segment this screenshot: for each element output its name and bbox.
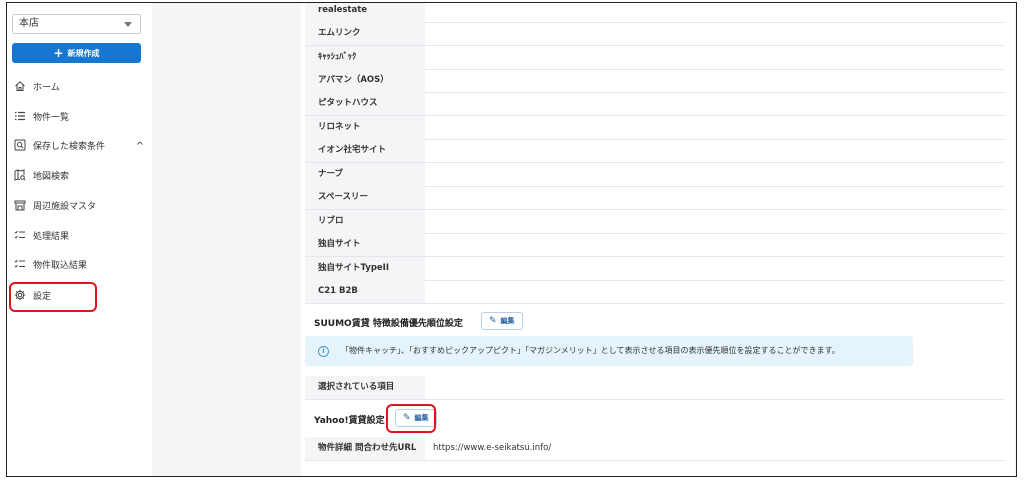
yahoo-url-row: 物件詳細 問合わせ先URL https://www.e-seikatsu.inf… (305, 437, 1005, 461)
sidebar-item-saved-search[interactable]: 保存した検索条件 ^ (14, 135, 146, 159)
portal-row: エムリンク (305, 22, 1005, 46)
settings-panel: realestate エムリンク ｷｬｯｼｭﾊﾞｯｸ アパマン（AOS） ピタッ… (301, 3, 1015, 476)
portal-row: 独自サイトTypeII (305, 257, 1005, 281)
sidebar-item-property-list[interactable]: 物件一覧 (14, 106, 146, 130)
portal-row-label: realestate (305, 3, 425, 22)
chevron-down-icon (124, 22, 132, 27)
store-select[interactable]: 本店 (12, 14, 141, 34)
sidebar-item-label: 地図検索 (33, 172, 70, 182)
sidebar-item-label: 物件取込結果 (33, 261, 88, 271)
portal-row-label: リブロ (305, 210, 425, 233)
portal-row: ピタットハウス (305, 92, 1005, 116)
sidebar-item-process-results[interactable]: 処理結果 (14, 225, 146, 249)
portal-row: C21 B2B (305, 280, 1005, 304)
portal-row: 独自サイト (305, 233, 1005, 257)
portal-row-label: 独自サイト (305, 233, 425, 256)
yahoo-edit-highlight-annotation (386, 404, 436, 433)
portal-row: ナーブ (305, 163, 1005, 187)
suumo-edit-label: 編集 (500, 317, 515, 325)
settings-highlight-annotation (9, 282, 97, 312)
checklist-icon (14, 229, 26, 241)
yahoo-section-title: Yahoo!賃貸設定 (314, 416, 385, 426)
portal-row-label: アパマン（AOS） (305, 69, 425, 92)
suumo-info-message: i 「物件キャッチ」、「おすすめピックアップピクト」「マガジンメリット」として表… (305, 336, 913, 366)
new-create-label: 新規作成 (67, 49, 100, 58)
yahoo-url-label: 物件詳細 問合わせ先URL (305, 437, 425, 460)
portal-row: リブロ (305, 210, 1005, 234)
sidebar-item-home[interactable]: ホーム (14, 76, 146, 100)
yahoo-url-value: https://www.e-seikatsu.info/ (433, 443, 552, 453)
home-icon (14, 80, 26, 92)
portal-row-label: ナーブ (305, 163, 425, 186)
selected-items-label: 選択されている項目 (305, 376, 425, 399)
store-select-value: 本店 (19, 18, 39, 29)
portal-row-label: 独自サイトTypeII (305, 257, 425, 280)
portal-row-label: ピタットハウス (305, 92, 425, 115)
suumo-info-text: 「物件キャッチ」、「おすすめピックアップピクト」「マガジンメリット」として表示さ… (341, 346, 840, 355)
sidebar: 本店 + 新規作成 ホーム 物件一覧 保存した検索条件 ^ 地図検索 周辺施設マス… (7, 3, 152, 476)
sidebar-item-label: 保存した検索条件 (33, 142, 106, 152)
sidebar-item-label: 周辺施設マスタ (33, 202, 97, 212)
portal-row-label: イオン社宅サイト (305, 139, 425, 162)
pencil-icon: ✎ (489, 316, 497, 326)
sidebar-item-label: ホーム (33, 83, 60, 93)
plus-icon: + (53, 46, 64, 60)
portal-row-label: エムリンク (305, 22, 425, 45)
map-search-icon (14, 169, 26, 181)
sidebar-item-import-results[interactable]: 物件取込結果 (14, 254, 146, 278)
portal-row-label: スペースリー (305, 186, 425, 209)
portal-row-label: リロネット (305, 116, 425, 139)
list-icon (14, 110, 26, 122)
portal-row: リロネット (305, 116, 1005, 140)
saved-search-icon (14, 139, 26, 151)
facility-icon (14, 199, 26, 211)
portal-row: アパマン（AOS） (305, 69, 1005, 93)
chevron-up-icon[interactable]: ^ (136, 135, 144, 159)
sidebar-item-label: 物件一覧 (33, 113, 70, 123)
sidebar-item-facility-master[interactable]: 周辺施設マスタ (14, 195, 146, 219)
portal-row: ｷｬｯｼｭﾊﾞｯｸ (305, 46, 1005, 70)
new-create-button[interactable]: + 新規作成 (12, 43, 141, 63)
sidebar-item-label: 処理結果 (33, 232, 70, 242)
sidebar-item-map-search[interactable]: 地図検索 (14, 165, 146, 189)
checklist-icon (14, 258, 26, 270)
suumo-section-title: SUUMO賃貸 特徴設備優先順位設定 (314, 319, 463, 329)
portal-row-label: ｷｬｯｼｭﾊﾞｯｸ (305, 46, 425, 69)
selected-items-row: 選択されている項目 (305, 376, 1005, 400)
portal-row: スペースリー (305, 186, 1005, 210)
app-frame: 本店 + 新規作成 ホーム 物件一覧 保存した検索条件 ^ 地図検索 周辺施設マス… (6, 2, 1017, 477)
portal-row-label: C21 B2B (305, 280, 425, 303)
suumo-edit-button[interactable]: ✎ 編集 (481, 312, 523, 330)
portal-row: イオン社宅サイト (305, 139, 1005, 163)
info-icon: i (318, 346, 329, 357)
portal-row: realestate (305, 3, 1005, 23)
